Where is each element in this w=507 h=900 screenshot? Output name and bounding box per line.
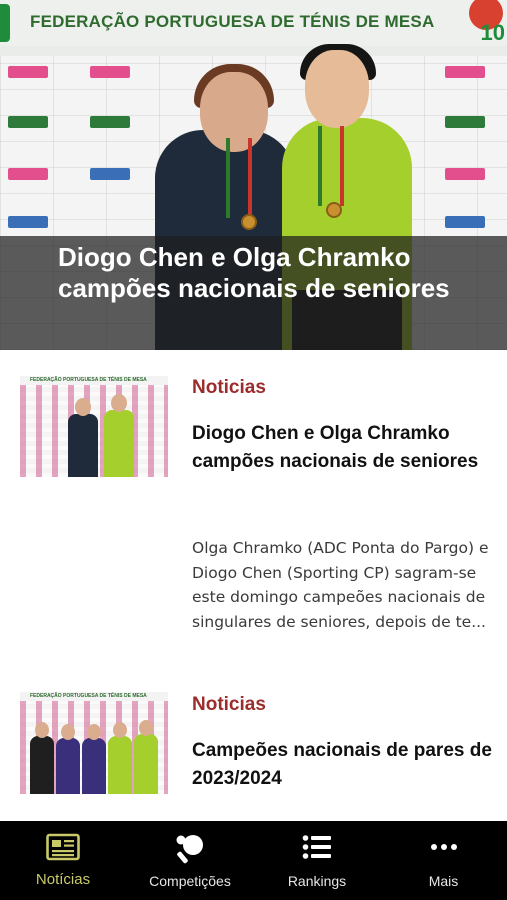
hero-banner-text: FEDERAÇÃO PORTUGUESA DE TÉNIS DE MESA [30,12,435,31]
thumb-player-2 [56,738,80,794]
thumb-banner-text: FEDERAÇÃO PORTUGUESA DE TÉNIS DE MESA [30,693,147,699]
news-category: Noticias [192,694,266,715]
player-head-right [305,50,369,128]
banner-logo-mark [0,4,10,42]
thumb-player-4 [108,736,132,794]
hero-featured-article[interactable]: FEDERAÇÃO PORTUGUESA DE TÉNIS DE MESA 10… [0,0,507,350]
medal-ribbon-left [226,138,252,218]
tab-competicoes[interactable]: Competições [126,821,254,900]
tab-label: Notícias [35,871,91,888]
tab-noticias[interactable]: Notícias [0,821,126,900]
tab-label: Competições [149,873,231,889]
more-dots-icon [430,833,458,866]
thumb-banner-text: FEDERAÇÃO PORTUGUESA DE TÉNIS DE MESA [30,377,147,383]
news-category: Noticias [192,377,266,398]
news-title: Diogo Chen e Olga Chramko campões nacion… [192,423,479,472]
medal-right [326,202,342,218]
banner-logo-number: 10 [480,20,505,45]
hero-image-banner: FEDERAÇÃO PORTUGUESA DE TÉNIS DE MESA 10 [0,0,507,46]
thumb-head-1 [35,722,49,738]
hero-title: Diogo Chen e Olga Chramko campões nacion… [58,242,450,303]
news-excerpt: Olga Chramko (ADC Ponta do Pargo) e Diog… [192,539,489,631]
news-thumbnail: FEDERAÇÃO PORTUGUESA DE TÉNIS DE MESA [20,376,168,477]
tab-label: Mais [428,873,459,889]
list-icon [302,833,332,866]
tab-rankings[interactable]: Rankings [254,821,380,900]
thumb-head-3 [87,724,101,740]
tab-mais[interactable]: Mais [380,821,507,900]
tab-label: Rankings [287,873,347,889]
ping-pong-icon [173,833,207,870]
news-title: Campeões nacionais de pares de 2023/2024 [192,740,492,789]
thumb-player-right [104,410,134,477]
thumb-player-1 [30,736,54,794]
bottom-tab-bar: Notícias Competições Rankings Mais [0,821,507,900]
thumb-player-5 [134,734,158,794]
thumb-player-left [68,414,98,477]
thumb-head-right [111,394,127,412]
medal-ribbon-right [318,126,344,206]
thumb-banner: FEDERAÇÃO PORTUGUESA DE TÉNIS DE MESA [20,376,168,385]
thumb-head-left [75,398,91,416]
thumb-head-4 [113,722,127,738]
thumb-player-3 [82,738,106,794]
news-list-item[interactable]: FEDERAÇÃO PORTUGUESA DE TÉNIS DE MESA No… [0,680,507,821]
thumb-head-5 [139,720,153,736]
news-thumbnail: FEDERAÇÃO PORTUGUESA DE TÉNIS DE MESA [20,692,168,794]
medal-left [241,214,257,230]
news-list-item[interactable]: FEDERAÇÃO PORTUGUESA DE TÉNIS DE MESA No… [0,350,507,680]
thumb-banner: FEDERAÇÃO PORTUGUESA DE TÉNIS DE MESA [20,692,168,701]
newspaper-icon [46,833,80,866]
thumb-head-2 [61,724,75,740]
